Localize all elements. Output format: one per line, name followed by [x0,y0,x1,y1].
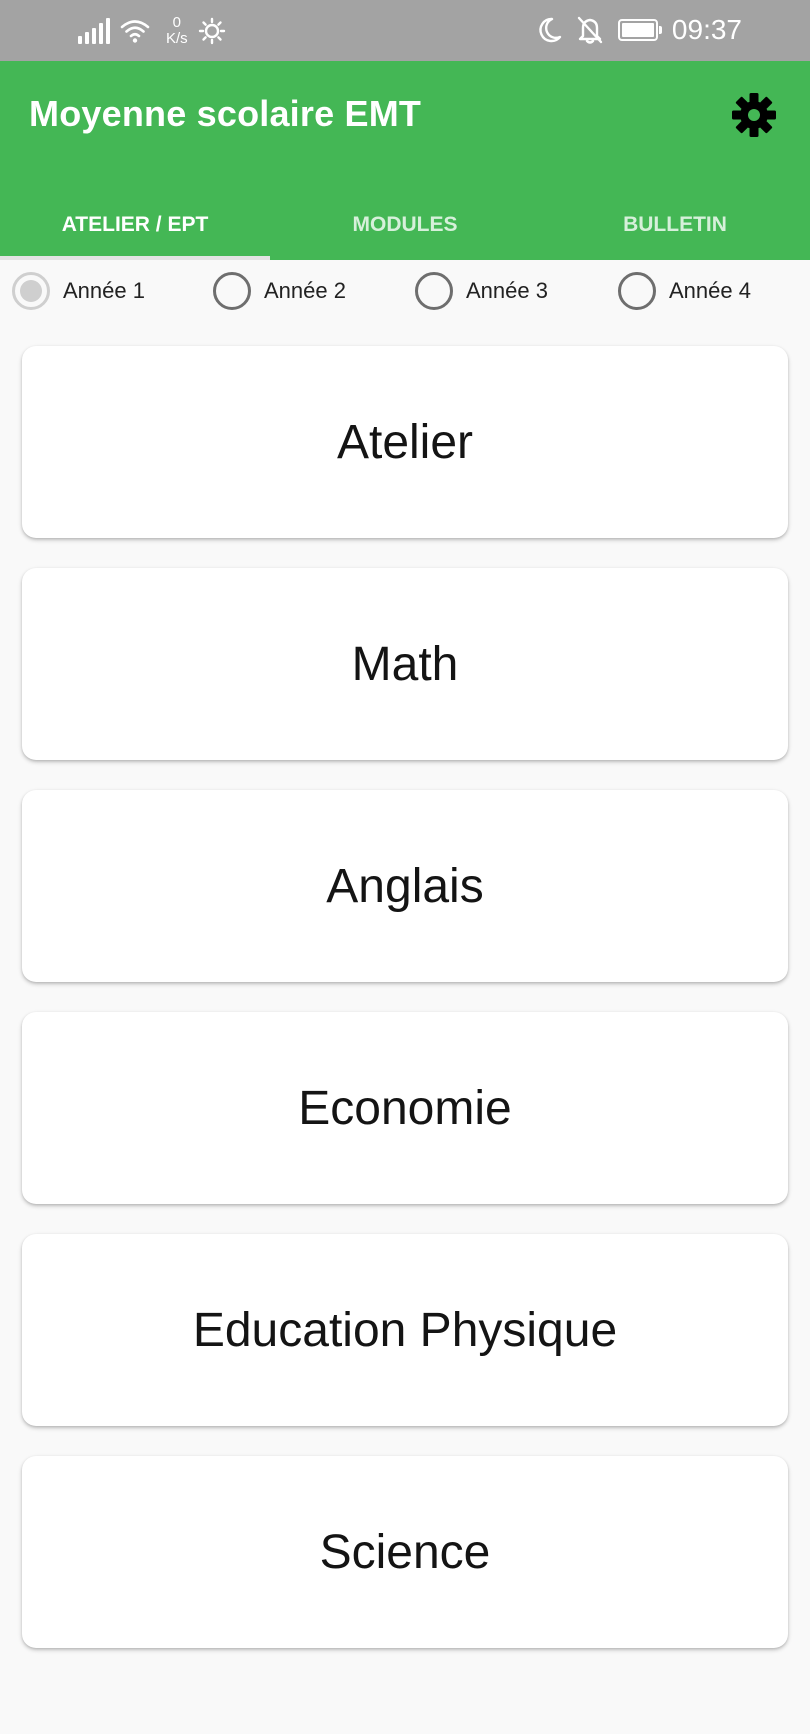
radio-button[interactable] [12,272,50,310]
tab-atelier-ept[interactable]: ATELIER / EPT [0,189,270,260]
network-speed-value: 0 [172,14,182,31]
year-option-4[interactable]: Année 4 [618,268,751,314]
network-speed: 0 K/s [166,15,188,47]
network-speed-unit: K/s [166,30,188,47]
wifi-icon [120,20,150,43]
subject-card-atelier[interactable]: Atelier [22,346,788,538]
subject-label: Science [319,1525,491,1579]
subject-list: Atelier Math Anglais Economie Education … [22,346,788,1678]
year-option-2[interactable]: Année 2 [213,268,346,314]
subject-card-science[interactable]: Science [22,1456,788,1648]
tab-modules[interactable]: MODULES [270,189,540,260]
subject-card-economie[interactable]: Economie [22,1012,788,1204]
app-title: Moyenne scolaire EMT [29,93,422,134]
app-bar: Moyenne scolaire EMT ATELIER / EPT MODUL… [0,61,810,260]
subject-label: Math [351,637,459,691]
subject-label: Anglais [326,859,484,913]
radio-button[interactable] [618,272,656,310]
year-label: Année 2 [264,278,346,303]
moon-icon [539,17,562,43]
brightness-icon [198,17,225,45]
battery-icon [617,19,662,41]
subject-label: Economie [298,1081,512,1135]
subject-label: Atelier [336,415,474,469]
settings-button[interactable] [728,89,780,141]
subject-card-math[interactable]: Math [22,568,788,760]
year-label: Année 3 [466,278,548,303]
tab-bulletin[interactable]: BULLETIN [540,189,810,260]
subject-card-anglais[interactable]: Anglais [22,790,788,982]
bell-off-icon [577,16,603,44]
radio-button[interactable] [213,272,251,310]
subject-card-education-physique[interactable]: Education Physique [22,1234,788,1426]
status-right: 09:37 [536,12,742,48]
radio-button[interactable] [415,272,453,310]
status-left: 0 K/s [78,14,226,48]
tab-bar: ATELIER / EPT MODULES BULLETIN [0,189,810,260]
year-option-3[interactable]: Année 3 [415,268,548,314]
gear-icon [732,93,776,137]
status-time: 09:37 [671,14,742,45]
status-bar: 0 K/s 09:37 [0,0,810,61]
year-selector: Année 1 Année 2 Année 3 Année 4 [0,268,810,314]
year-label: Année 4 [669,278,751,303]
year-label: Année 1 [63,278,145,303]
signal-icon [78,18,110,44]
subject-label: Education Physique [192,1303,618,1357]
year-option-1[interactable]: Année 1 [12,268,145,314]
